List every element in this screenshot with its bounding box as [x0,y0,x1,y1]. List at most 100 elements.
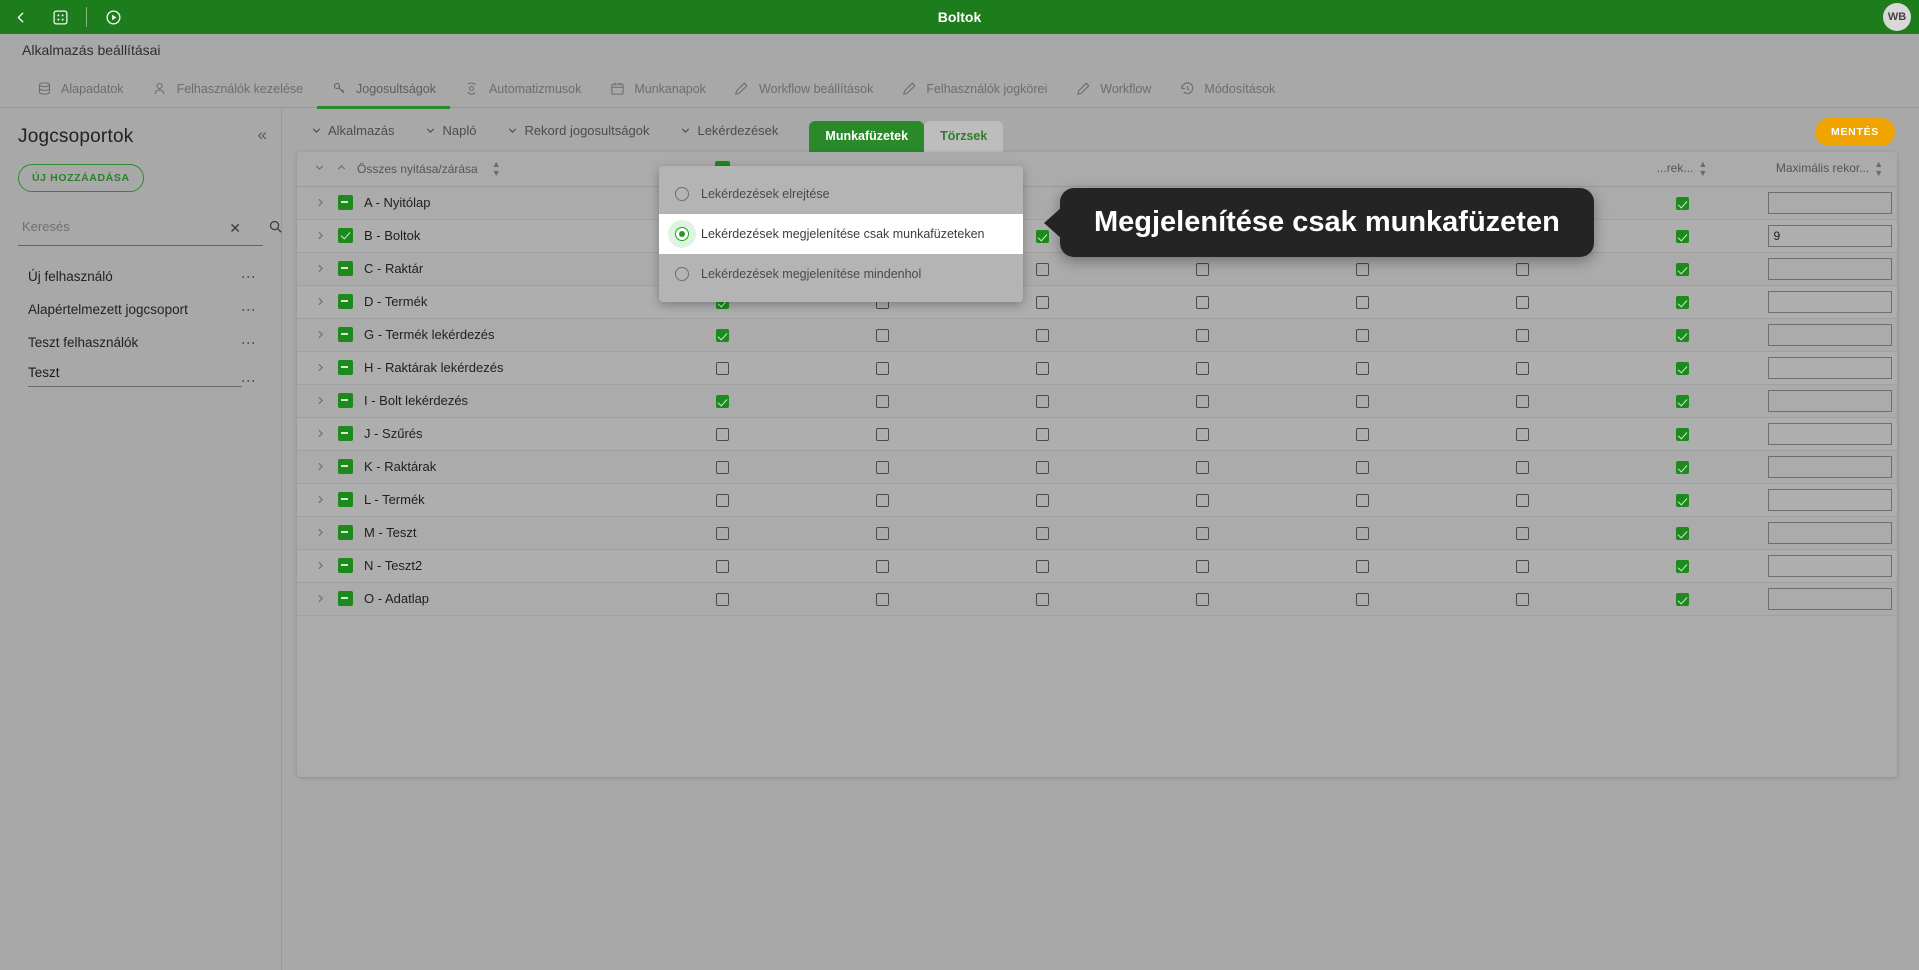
chevron-up-icon[interactable] [335,161,348,177]
permission-checkbox[interactable] [715,560,729,574]
table-row[interactable]: O - Adatlap [297,582,1897,616]
row-checkbox[interactable] [338,459,353,474]
permission-checkbox[interactable] [1035,428,1049,442]
row-checkbox[interactable] [338,558,353,573]
permission-cell[interactable] [1602,549,1762,583]
table-row[interactable]: D - Termék [297,285,1897,319]
play-circle-icon[interactable] [93,0,133,34]
row-checkbox[interactable] [338,393,353,408]
add-group-button[interactable]: ÚJ HOZZÁADÁSA [18,164,144,192]
kebab-menu-icon[interactable]: ⋮ [241,374,257,388]
permission-cell[interactable] [1122,483,1282,517]
permission-cell[interactable] [1282,417,1442,451]
permission-cell[interactable] [1282,582,1442,616]
max-record-input[interactable] [1767,587,1892,610]
permission-checkbox[interactable] [715,428,729,442]
close-icon[interactable]: ✕ [229,220,241,237]
permission-checkbox[interactable] [1355,560,1369,574]
permission-checkbox[interactable] [1675,230,1689,244]
permission-cell[interactable] [642,417,802,451]
permission-cell[interactable] [1122,516,1282,550]
permission-cell[interactable] [802,450,962,484]
permission-cell[interactable] [1442,582,1602,616]
permission-checkbox[interactable] [715,593,729,607]
permission-cell[interactable] [802,417,962,451]
table-row[interactable]: K - Raktárak [297,450,1897,484]
row-checkbox[interactable] [338,195,353,210]
menu-item-elrejtese[interactable]: Lekérdezések elrejtése [659,174,1023,214]
sidebar-item-teszt-felhasznalok[interactable]: Teszt felhasználók ⋮ [0,326,281,359]
permission-checkbox[interactable] [715,494,729,508]
permission-cell[interactable] [802,483,962,517]
permission-cell[interactable] [962,318,1122,352]
permission-checkbox[interactable] [875,428,889,442]
permission-checkbox[interactable] [1515,395,1529,409]
chevron-down-icon[interactable] [313,161,326,177]
permission-checkbox[interactable] [1035,296,1049,310]
permission-cell[interactable] [802,351,962,385]
group-name-edit-field[interactable]: Teszt [28,365,242,387]
permission-cell[interactable] [1282,549,1442,583]
permission-checkbox[interactable] [1195,428,1209,442]
tab-felhasznalok-kezelese[interactable]: Felhasználók kezelése [138,70,317,108]
permission-cell[interactable] [1122,549,1282,583]
permission-cell[interactable] [1122,384,1282,418]
permission-checkbox[interactable] [715,395,729,409]
permission-checkbox[interactable] [1355,593,1369,607]
table-row[interactable]: H - Raktárak lekérdezés [297,351,1897,385]
chevron-right-icon[interactable] [313,493,327,506]
permission-checkbox[interactable] [1195,527,1209,541]
permission-checkbox[interactable] [1675,527,1689,541]
chevron-right-icon[interactable] [313,427,327,440]
sort-icon[interactable]: ▲ ▼ [492,159,501,178]
permission-checkbox[interactable] [1035,263,1049,277]
permission-cell[interactable] [1282,450,1442,484]
permission-checkbox[interactable] [1355,428,1369,442]
radio-icon[interactable] [675,267,689,281]
permission-cell[interactable] [1602,285,1762,319]
header-col-5[interactable] [1282,152,1442,187]
permission-checkbox[interactable] [875,593,889,607]
permission-checkbox[interactable] [1035,494,1049,508]
permission-cell[interactable] [1122,450,1282,484]
permission-cell[interactable] [962,483,1122,517]
permission-checkbox[interactable] [1515,428,1529,442]
permission-cell[interactable] [642,549,802,583]
permission-cell[interactable] [1282,351,1442,385]
permission-cell[interactable] [1602,384,1762,418]
permission-checkbox[interactable] [1195,263,1209,277]
search-icon[interactable] [268,219,283,239]
max-record-input[interactable] [1767,224,1892,247]
search-input[interactable] [18,219,178,240]
max-record-input[interactable] [1767,422,1892,445]
permission-checkbox[interactable] [1515,263,1529,277]
kebab-menu-icon[interactable]: ⋮ [241,336,257,350]
permission-checkbox[interactable] [875,527,889,541]
chevron-right-icon[interactable] [313,229,327,242]
tab-modositasok[interactable]: Módosítások [1165,70,1289,108]
sidebar-item-uj-felhasznalo[interactable]: Új felhasználó ⋮ [0,260,281,293]
max-record-input[interactable] [1767,488,1892,511]
permission-cell[interactable] [962,417,1122,451]
permission-checkbox[interactable] [1355,395,1369,409]
kebab-menu-icon[interactable]: ⋮ [241,270,257,284]
permission-cell[interactable] [642,384,802,418]
table-row[interactable]: J - Szűrés [297,417,1897,451]
chevron-right-icon[interactable] [313,559,327,572]
permission-cell[interactable] [962,351,1122,385]
permission-cell[interactable] [1282,384,1442,418]
permission-checkbox[interactable] [1195,395,1209,409]
permission-checkbox[interactable] [875,560,889,574]
table-row[interactable]: N - Teszt2 [297,549,1897,583]
permission-checkbox[interactable] [1355,329,1369,343]
tab-automatizmusok[interactable]: Automatizmusok [450,70,595,108]
max-record-input[interactable] [1767,554,1892,577]
avatar[interactable]: WB [1883,3,1911,31]
permission-cell[interactable] [642,582,802,616]
max-record-input[interactable] [1767,455,1892,478]
row-checkbox[interactable] [338,294,353,309]
permission-cell[interactable] [1442,483,1602,517]
permission-cell[interactable] [962,450,1122,484]
row-checkbox[interactable] [338,360,353,375]
permission-checkbox[interactable] [1675,197,1689,211]
